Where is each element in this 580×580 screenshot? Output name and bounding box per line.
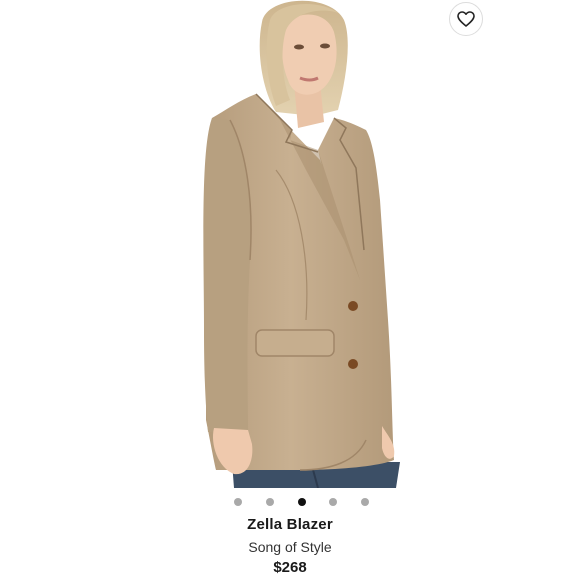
product-card: Zella Blazer Song of Style $268 [0,0,580,580]
product-image[interactable] [0,0,580,488]
product-price: $268 [273,559,307,576]
carousel-dot-4[interactable] [329,498,337,506]
carousel-dot-2[interactable] [266,498,274,506]
favorite-button[interactable] [449,2,483,36]
product-info: Zella Blazer Song of Style $268 [0,515,580,578]
product-name[interactable]: Zella Blazer [0,515,580,535]
carousel-dot-5[interactable] [361,498,369,506]
heart-icon [457,11,475,27]
product-brand[interactable]: Song of Style [0,537,580,557]
image-carousel-dots [0,497,580,509]
model-wearing-blazer-photo [0,0,580,488]
carousel-dot-1[interactable] [234,498,242,506]
carousel-dot-3[interactable] [298,498,306,506]
